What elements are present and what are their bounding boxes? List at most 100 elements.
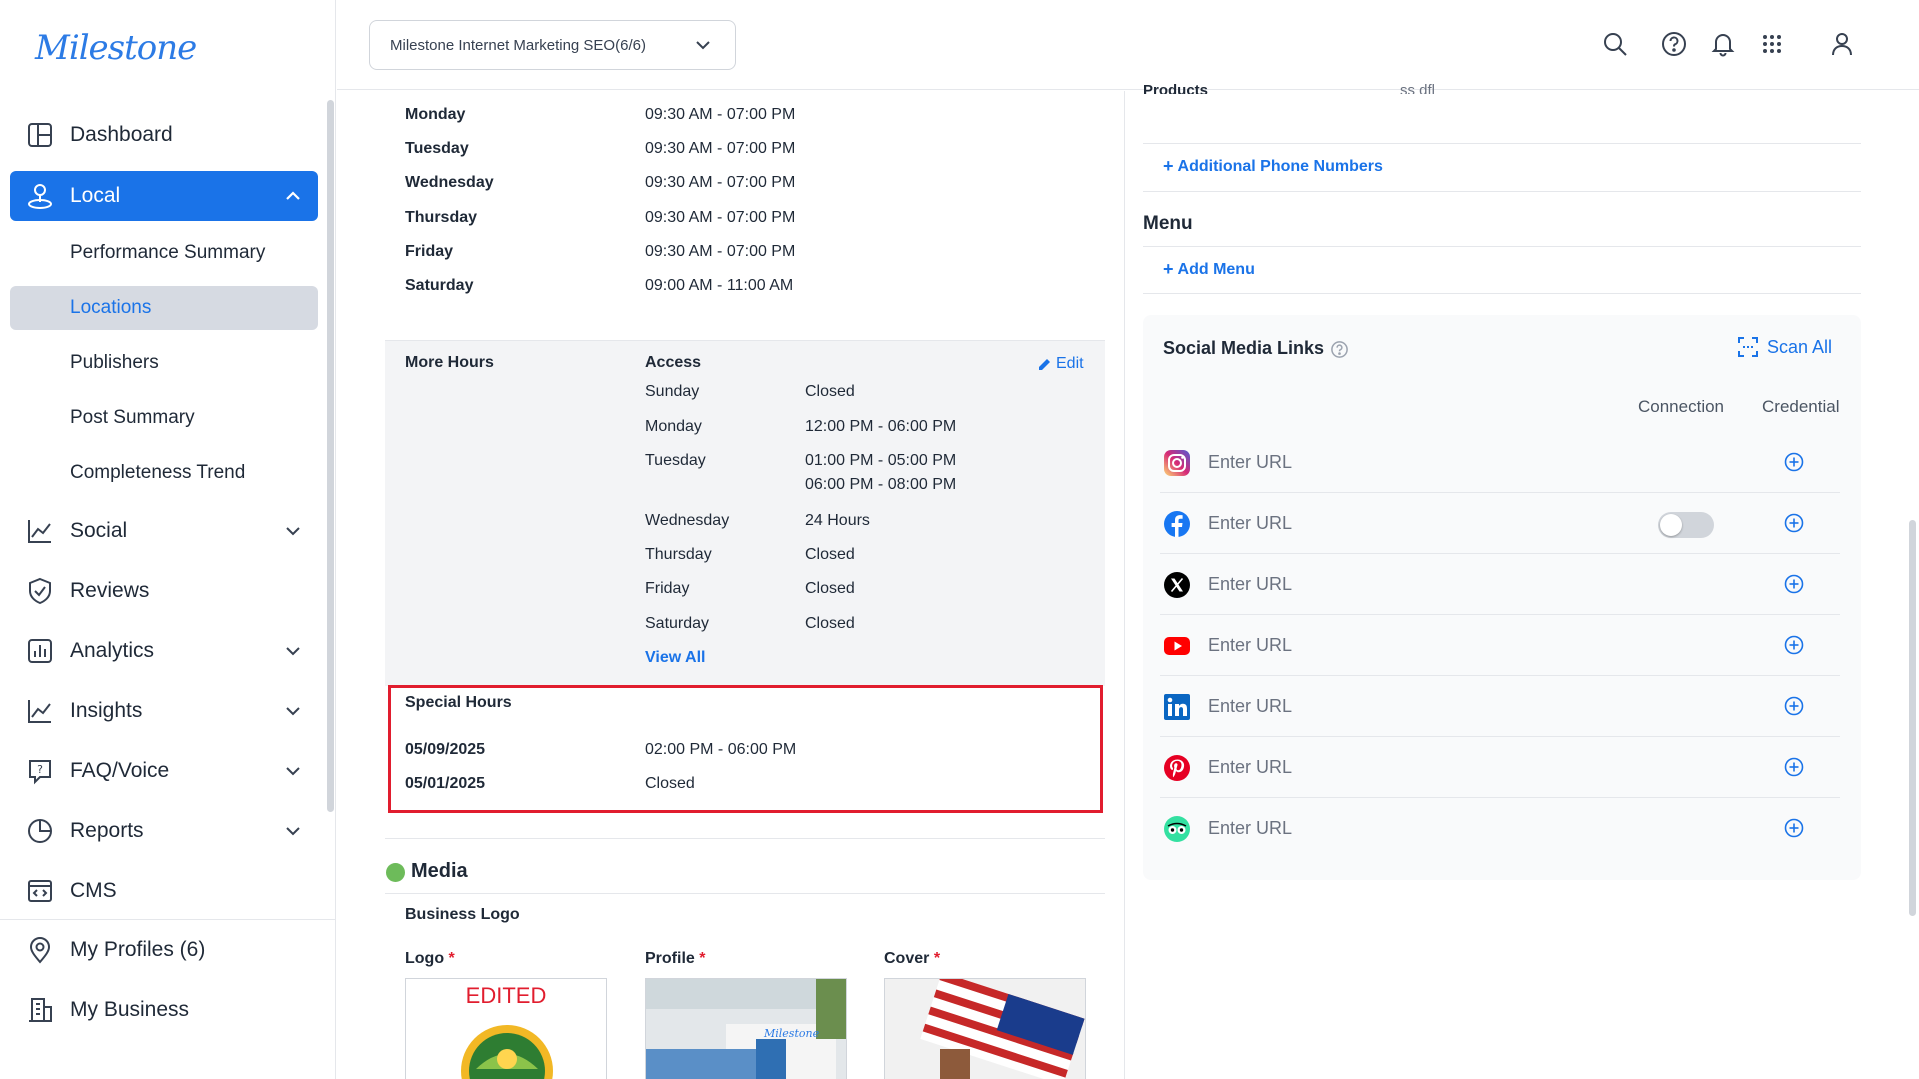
view-all-link[interactable]: View All — [645, 649, 705, 667]
sidebar-item-dashboard[interactable]: Dashboard — [10, 110, 318, 160]
local-pin-icon — [25, 181, 55, 211]
additional-phone-link[interactable]: + Additional Phone Numbers — [1163, 156, 1383, 177]
apps-grid-icon[interactable] — [1758, 30, 1786, 58]
sidebar-item-insights[interactable]: Insights — [10, 686, 318, 736]
social-url-input[interactable]: Enter URL — [1208, 818, 1292, 839]
more-hours-time: Closed — [805, 546, 855, 563]
social-row-youtube: Enter URL — [1160, 615, 1840, 676]
sidebar-subitem-publishers[interactable]: Publishers — [10, 341, 318, 385]
edit-more-hours-link[interactable]: Edit — [1038, 355, 1084, 373]
search-icon[interactable] — [1601, 30, 1629, 58]
social-row-x-twitter: Enter URL — [1160, 554, 1840, 615]
sidebar-item-label: FAQ/Voice — [70, 759, 170, 782]
more-hours-panel — [385, 340, 1105, 686]
sidebar-subitem-performance-summary[interactable]: Performance Summary — [10, 231, 318, 275]
social-url-input[interactable]: Enter URL — [1208, 452, 1292, 473]
chevron-up-icon — [286, 191, 300, 200]
add-credential-icon[interactable] — [1783, 817, 1805, 839]
media-section-title: Media — [411, 860, 468, 882]
add-menu-link[interactable]: + Add Menu — [1163, 259, 1255, 280]
sidebar-item-my-profiles[interactable]: My Profiles (6) — [10, 925, 318, 975]
bell-icon[interactable] — [1709, 30, 1737, 58]
add-credential-icon[interactable] — [1783, 512, 1805, 534]
logo-label: Logo * — [405, 950, 455, 968]
flag-photo — [885, 979, 1085, 1079]
social-url-input[interactable]: Enter URL — [1208, 757, 1292, 778]
add-credential-icon[interactable] — [1783, 451, 1805, 473]
divider — [1143, 293, 1861, 294]
chevron-down-icon — [696, 41, 710, 50]
sidebar-item-label: Social — [70, 519, 128, 542]
edit-label: Edit — [1056, 355, 1084, 372]
sidebar-subitem-label: Publishers — [70, 352, 159, 373]
sidebar-item-label: CMS — [70, 879, 117, 902]
social-chart-icon — [25, 516, 55, 546]
svg-text:?: ? — [37, 763, 43, 776]
social-url-input[interactable]: Enter URL — [1208, 635, 1292, 656]
sidebar-divider — [0, 919, 336, 920]
user-avatar-icon[interactable] — [1828, 30, 1856, 58]
add-credential-icon[interactable] — [1783, 756, 1805, 778]
social-row-instagram: Enter URL — [1160, 432, 1840, 493]
pencil-icon — [1039, 359, 1050, 370]
add-credential-icon[interactable] — [1783, 634, 1805, 656]
building-photo: Milestone — [646, 979, 846, 1079]
connection-toggle[interactable] — [1658, 512, 1714, 538]
social-row-facebook: Enter URL — [1160, 493, 1840, 554]
reviews-check-icon — [25, 576, 55, 606]
hours-time: 09:30 AM - 07:00 PM — [645, 243, 796, 260]
more-hours-day: Tuesday — [645, 452, 706, 469]
business-logo-label: Business Logo — [405, 906, 520, 923]
add-credential-icon[interactable] — [1783, 695, 1805, 717]
org-selector[interactable]: Milestone Internet Marketing SEO(6/6) — [369, 20, 736, 70]
sidebar-item-label: My Business — [70, 998, 190, 1021]
sidebar-item-my-business[interactable]: My Business — [10, 985, 318, 1035]
tripadvisor-icon — [1163, 815, 1191, 843]
cover-label-text: Cover — [884, 950, 930, 967]
sidebar-item-cms[interactable]: CMS — [10, 866, 318, 916]
reports-pie-icon — [25, 816, 55, 846]
sidebar-subitem-locations[interactable]: Locations — [10, 286, 318, 330]
media-status-dot — [386, 863, 405, 882]
more-hours-day: Friday — [645, 580, 690, 597]
hours-day: Wednesday — [405, 174, 494, 191]
social-url-input[interactable]: Enter URL — [1208, 696, 1292, 717]
facebook-icon — [1163, 510, 1191, 538]
sidebar-item-label: My Profiles (6) — [70, 938, 206, 961]
faq-icon: ? — [25, 756, 55, 786]
social-url-input[interactable]: Enter URL — [1208, 574, 1292, 595]
help-icon[interactable] — [1660, 30, 1688, 58]
sidebar-item-local[interactable]: Local — [10, 171, 318, 221]
org-selector-value: Milestone Internet Marketing SEO(6/6) — [390, 36, 646, 54]
logo-image[interactable]: EDITED — [405, 978, 607, 1079]
more-hours-time: 12:00 PM - 06:00 PM — [805, 418, 957, 435]
cover-image[interactable] — [884, 978, 1086, 1079]
scan-all-button[interactable]: Scan All — [1737, 336, 1832, 358]
milestone-logo[interactable]: Milestone — [35, 28, 197, 68]
sidebar-scrollbar[interactable] — [327, 100, 334, 812]
sidebar-item-reviews[interactable]: Reviews — [10, 566, 318, 616]
sidebar-item-social[interactable]: Social — [10, 506, 318, 556]
chevron-down-icon — [286, 767, 300, 776]
main-scrollbar[interactable] — [1909, 520, 1916, 916]
profile-image[interactable]: Milestone — [645, 978, 847, 1079]
more-hours-day: Saturday — [645, 615, 710, 632]
chevron-down-icon — [286, 527, 300, 536]
sidebar-item-label: Reviews — [70, 579, 150, 602]
add-menu-text: Add Menu — [1177, 260, 1255, 278]
logo-label-text: Logo — [405, 950, 445, 967]
sidebar-subitem-completeness-trend[interactable]: Completeness Trend — [10, 451, 318, 495]
sidebar-item-analytics[interactable]: Analytics — [10, 626, 318, 676]
sidebar-subitem-post-summary[interactable]: Post Summary — [10, 396, 318, 440]
social-url-input[interactable]: Enter URL — [1208, 513, 1292, 534]
location-pin-icon — [25, 935, 55, 965]
sidebar-item-label: Local — [70, 184, 121, 207]
social-row-linkedin: Enter URL — [1160, 676, 1840, 737]
help-icon[interactable] — [1330, 340, 1349, 359]
add-credential-icon[interactable] — [1783, 573, 1805, 595]
special-hours-time: 02:00 PM - 06:00 PM — [645, 741, 797, 758]
sidebar-item-faq-voice[interactable]: ? FAQ/Voice — [10, 746, 318, 796]
building-icon — [25, 995, 55, 1025]
hours-day: Thursday — [405, 209, 478, 226]
sidebar-item-reports[interactable]: Reports — [10, 806, 318, 856]
